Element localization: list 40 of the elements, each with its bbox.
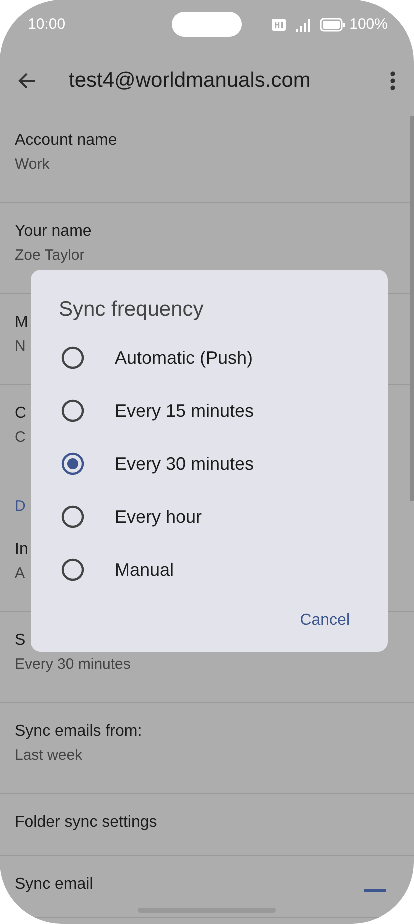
signal-icon	[296, 18, 312, 32]
setting-title: Folder sync settings	[15, 813, 158, 833]
setting-title: Account name	[15, 131, 118, 151]
settings-row[interactable]: Folder sync settings	[0, 794, 414, 856]
setting-value: Work	[15, 155, 50, 175]
app-bar-title: test4@worldmanuals.com	[69, 68, 311, 94]
section-header: D	[15, 497, 26, 517]
dialog-title: Sync frequency	[58, 297, 205, 323]
setting-value: C	[15, 428, 26, 448]
setting-title: Your name	[15, 222, 92, 242]
setting-title: Sync email	[15, 875, 94, 895]
radio-button[interactable]	[61, 452, 85, 476]
option-label[interactable]: Automatic (Push)	[115, 344, 254, 372]
setting-title: M	[15, 313, 28, 333]
hd-icon	[272, 19, 286, 31]
status-time: 10:00	[28, 14, 66, 35]
option-label[interactable]: Every 30 minutes	[115, 450, 254, 478]
setting-title: Sync emails from:	[15, 722, 142, 742]
radio-button[interactable]	[61, 558, 85, 582]
setting-value: Every 30 minutes	[15, 655, 131, 675]
more-options-icon[interactable]	[390, 70, 396, 91]
radio-button[interactable]	[61, 505, 85, 529]
setting-value: A	[15, 564, 26, 584]
radio-button[interactable]	[61, 346, 85, 370]
toggle-switch[interactable]	[364, 889, 386, 892]
battery-percent: 100%	[350, 14, 388, 35]
setting-title: C	[15, 404, 27, 424]
radio-button[interactable]	[61, 399, 85, 423]
setting-title: S	[15, 631, 26, 651]
option-label[interactable]: Every hour	[115, 504, 202, 530]
battery-icon	[320, 18, 346, 32]
setting-value: N	[15, 337, 26, 357]
option-label[interactable]: Manual	[115, 556, 174, 584]
back-arrow-icon[interactable]	[18, 72, 36, 90]
setting-title: In	[15, 540, 28, 560]
camera-cutout	[172, 12, 242, 37]
setting-value: Zoe Taylor	[15, 246, 85, 266]
settings-row[interactable]: Sync emails from: Last week	[0, 703, 414, 794]
option-label[interactable]: Every 15 minutes	[115, 398, 254, 424]
setting-value: Last week	[15, 746, 83, 766]
